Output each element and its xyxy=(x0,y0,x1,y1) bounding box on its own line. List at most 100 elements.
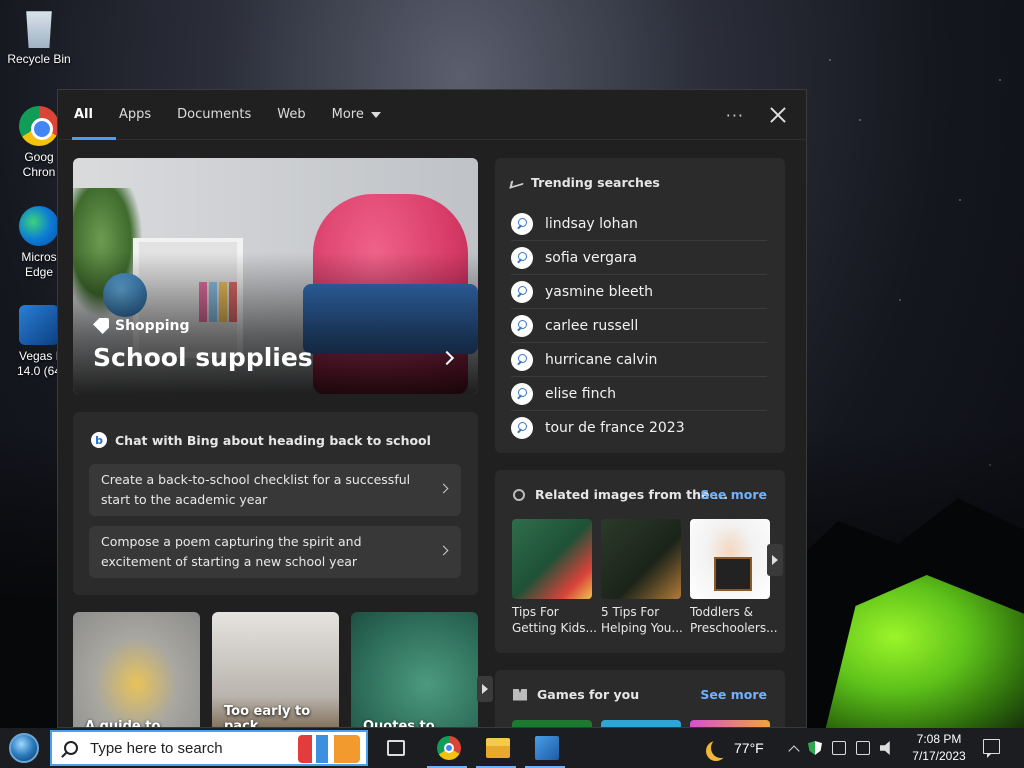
related-images-card: Related images from the ... See more Tip… xyxy=(495,470,785,653)
tab-documents[interactable]: Documents xyxy=(177,90,251,140)
related-images-heading: Related images from the ... xyxy=(513,487,728,502)
search-highlight-icon xyxy=(298,735,360,763)
tab-all[interactable]: All xyxy=(72,90,116,140)
article-tile[interactable]: Quotes to xyxy=(351,612,478,728)
tab-label: All xyxy=(74,107,93,122)
hero-category: Shopping xyxy=(93,318,190,334)
ellipsis-icon[interactable]: ··· xyxy=(726,106,744,125)
related-image-caption[interactable]: Toddlers & Preschoolers... xyxy=(690,604,778,636)
windows-orb-icon xyxy=(9,733,39,763)
game-thumb[interactable] xyxy=(512,720,592,727)
game-icon xyxy=(513,688,527,701)
related-image-thumb[interactable] xyxy=(690,519,770,599)
search-icon xyxy=(511,417,533,439)
trending-item-label: tour de france 2023 xyxy=(545,420,685,436)
system-tray xyxy=(788,728,894,768)
security-shield-icon[interactable] xyxy=(808,741,822,755)
games-heading-text: Games for you xyxy=(537,687,640,702)
chevron-up-icon[interactable] xyxy=(788,744,800,757)
see-more-link[interactable]: See more xyxy=(700,687,767,702)
trending-item-label: elise finch xyxy=(545,385,617,402)
tab-label: Documents xyxy=(177,107,252,122)
trending-item-label: sofia vergara xyxy=(545,249,637,266)
hero-title: School supplies xyxy=(93,343,313,372)
network-icon[interactable] xyxy=(856,741,870,755)
volume-icon[interactable] xyxy=(880,741,890,755)
vegas-icon[interactable] xyxy=(535,736,559,760)
trending-item[interactable]: carlee russell xyxy=(511,309,767,343)
related-image-caption[interactable]: Tips For Getting Kids... xyxy=(512,604,598,636)
chevron-right-icon xyxy=(438,545,449,556)
tab-web[interactable]: Web xyxy=(277,90,305,140)
trending-item[interactable]: hurricane calvin xyxy=(511,343,767,377)
trending-item[interactable]: lindsay lohan xyxy=(511,207,767,241)
notification-icon[interactable] xyxy=(983,739,1000,758)
trending-item[interactable]: yasmine bleeth xyxy=(511,275,767,309)
weather-temperature: 77°F xyxy=(734,740,764,756)
hero-category-label: Shopping xyxy=(115,318,190,334)
search-icon xyxy=(511,212,533,235)
close-icon[interactable] xyxy=(770,107,786,123)
hero-card-school-supplies[interactable]: Shopping School supplies xyxy=(73,158,478,394)
tab-more[interactable]: More xyxy=(332,90,381,140)
trending-icon xyxy=(509,176,525,189)
tag-icon xyxy=(93,318,109,334)
moon-icon xyxy=(711,738,731,758)
games-card: Games for you See more xyxy=(495,670,785,727)
task-view-icon[interactable] xyxy=(387,740,405,756)
clock-date: 7/17/2023 xyxy=(912,749,966,763)
trending-item-label: hurricane calvin xyxy=(545,351,658,368)
meet-now-icon[interactable] xyxy=(832,741,846,755)
bing-chat-prompt-text: Create a back-to-school checklist for a … xyxy=(101,472,411,507)
article-tile[interactable]: A guide to xyxy=(73,612,200,728)
chevron-right-icon xyxy=(438,483,449,494)
bing-icon: b xyxy=(91,432,107,448)
search-icon xyxy=(511,280,533,303)
related-images-heading-text: Related images from the ... xyxy=(535,487,729,502)
see-more-link[interactable]: See more xyxy=(700,487,767,502)
taskbar-search-box[interactable] xyxy=(50,730,368,766)
edge-icon xyxy=(19,206,59,246)
bing-chat-card: b Chat with Bing about heading back to s… xyxy=(73,412,478,595)
article-tile-label: A guide to xyxy=(85,719,161,728)
article-tile-label: Too early to pack xyxy=(224,704,311,728)
recycle-bin-icon xyxy=(26,11,52,48)
article-tile-label: Quotes to xyxy=(363,719,435,728)
tab-apps[interactable]: Apps xyxy=(119,90,151,140)
bing-chat-prompt-text: Compose a poem capturing the spirit and … xyxy=(101,534,362,569)
trending-item-label: carlee russell xyxy=(545,317,639,334)
related-image-thumb[interactable] xyxy=(601,519,681,599)
tab-label: More xyxy=(331,107,364,122)
bing-chat-heading: b Chat with Bing about heading back to s… xyxy=(91,432,431,448)
bing-chat-prompt[interactable]: Create a back-to-school checklist for a … xyxy=(89,464,461,516)
desktop-icon-label: Micros Edge xyxy=(21,250,57,279)
weather-widget[interactable]: 77°F xyxy=(706,728,764,768)
desktop-icon-recycle-bin[interactable]: Recycle Bin xyxy=(4,8,74,67)
game-thumb[interactable] xyxy=(601,720,681,727)
next-arrow-icon[interactable] xyxy=(477,676,493,702)
tab-label: Apps xyxy=(118,107,152,122)
trending-item-label: yasmine bleeth xyxy=(545,283,653,300)
desktop-icon-label: Goog Chron xyxy=(22,150,56,179)
chrome-icon xyxy=(19,106,59,146)
start-button[interactable] xyxy=(0,728,48,768)
trending-item[interactable]: sofia vergara xyxy=(511,241,767,275)
taskbar-clock[interactable]: 7:08 PM 7/17/2023 xyxy=(900,731,978,765)
trending-item[interactable]: tour de france 2023 xyxy=(511,411,767,445)
taskbar: 77°F 7:08 PM 7/17/2023 xyxy=(0,728,1024,768)
chrome-icon[interactable] xyxy=(437,736,461,760)
trending-searches-card: Trending searches lindsay lohan sofia ve… xyxy=(495,158,785,453)
taskbar-search-input[interactable] xyxy=(90,739,290,757)
game-thumb[interactable] xyxy=(690,720,770,727)
file-explorer-icon[interactable] xyxy=(486,738,510,758)
bing-chat-heading-text: Chat with Bing about heading back to sch… xyxy=(115,432,431,448)
trending-heading: Trending searches xyxy=(509,175,660,190)
article-tile[interactable]: Too early to pack xyxy=(212,612,339,728)
related-image-caption[interactable]: 5 Tips For Helping You... xyxy=(601,604,687,636)
bing-chat-prompt[interactable]: Compose a poem capturing the spirit and … xyxy=(89,526,461,578)
trending-item-label: lindsay lohan xyxy=(545,215,638,232)
trending-item[interactable]: elise finch xyxy=(511,377,767,411)
next-arrow-icon[interactable] xyxy=(767,544,783,576)
search-icon xyxy=(64,741,78,755)
related-image-thumb[interactable] xyxy=(512,519,592,599)
